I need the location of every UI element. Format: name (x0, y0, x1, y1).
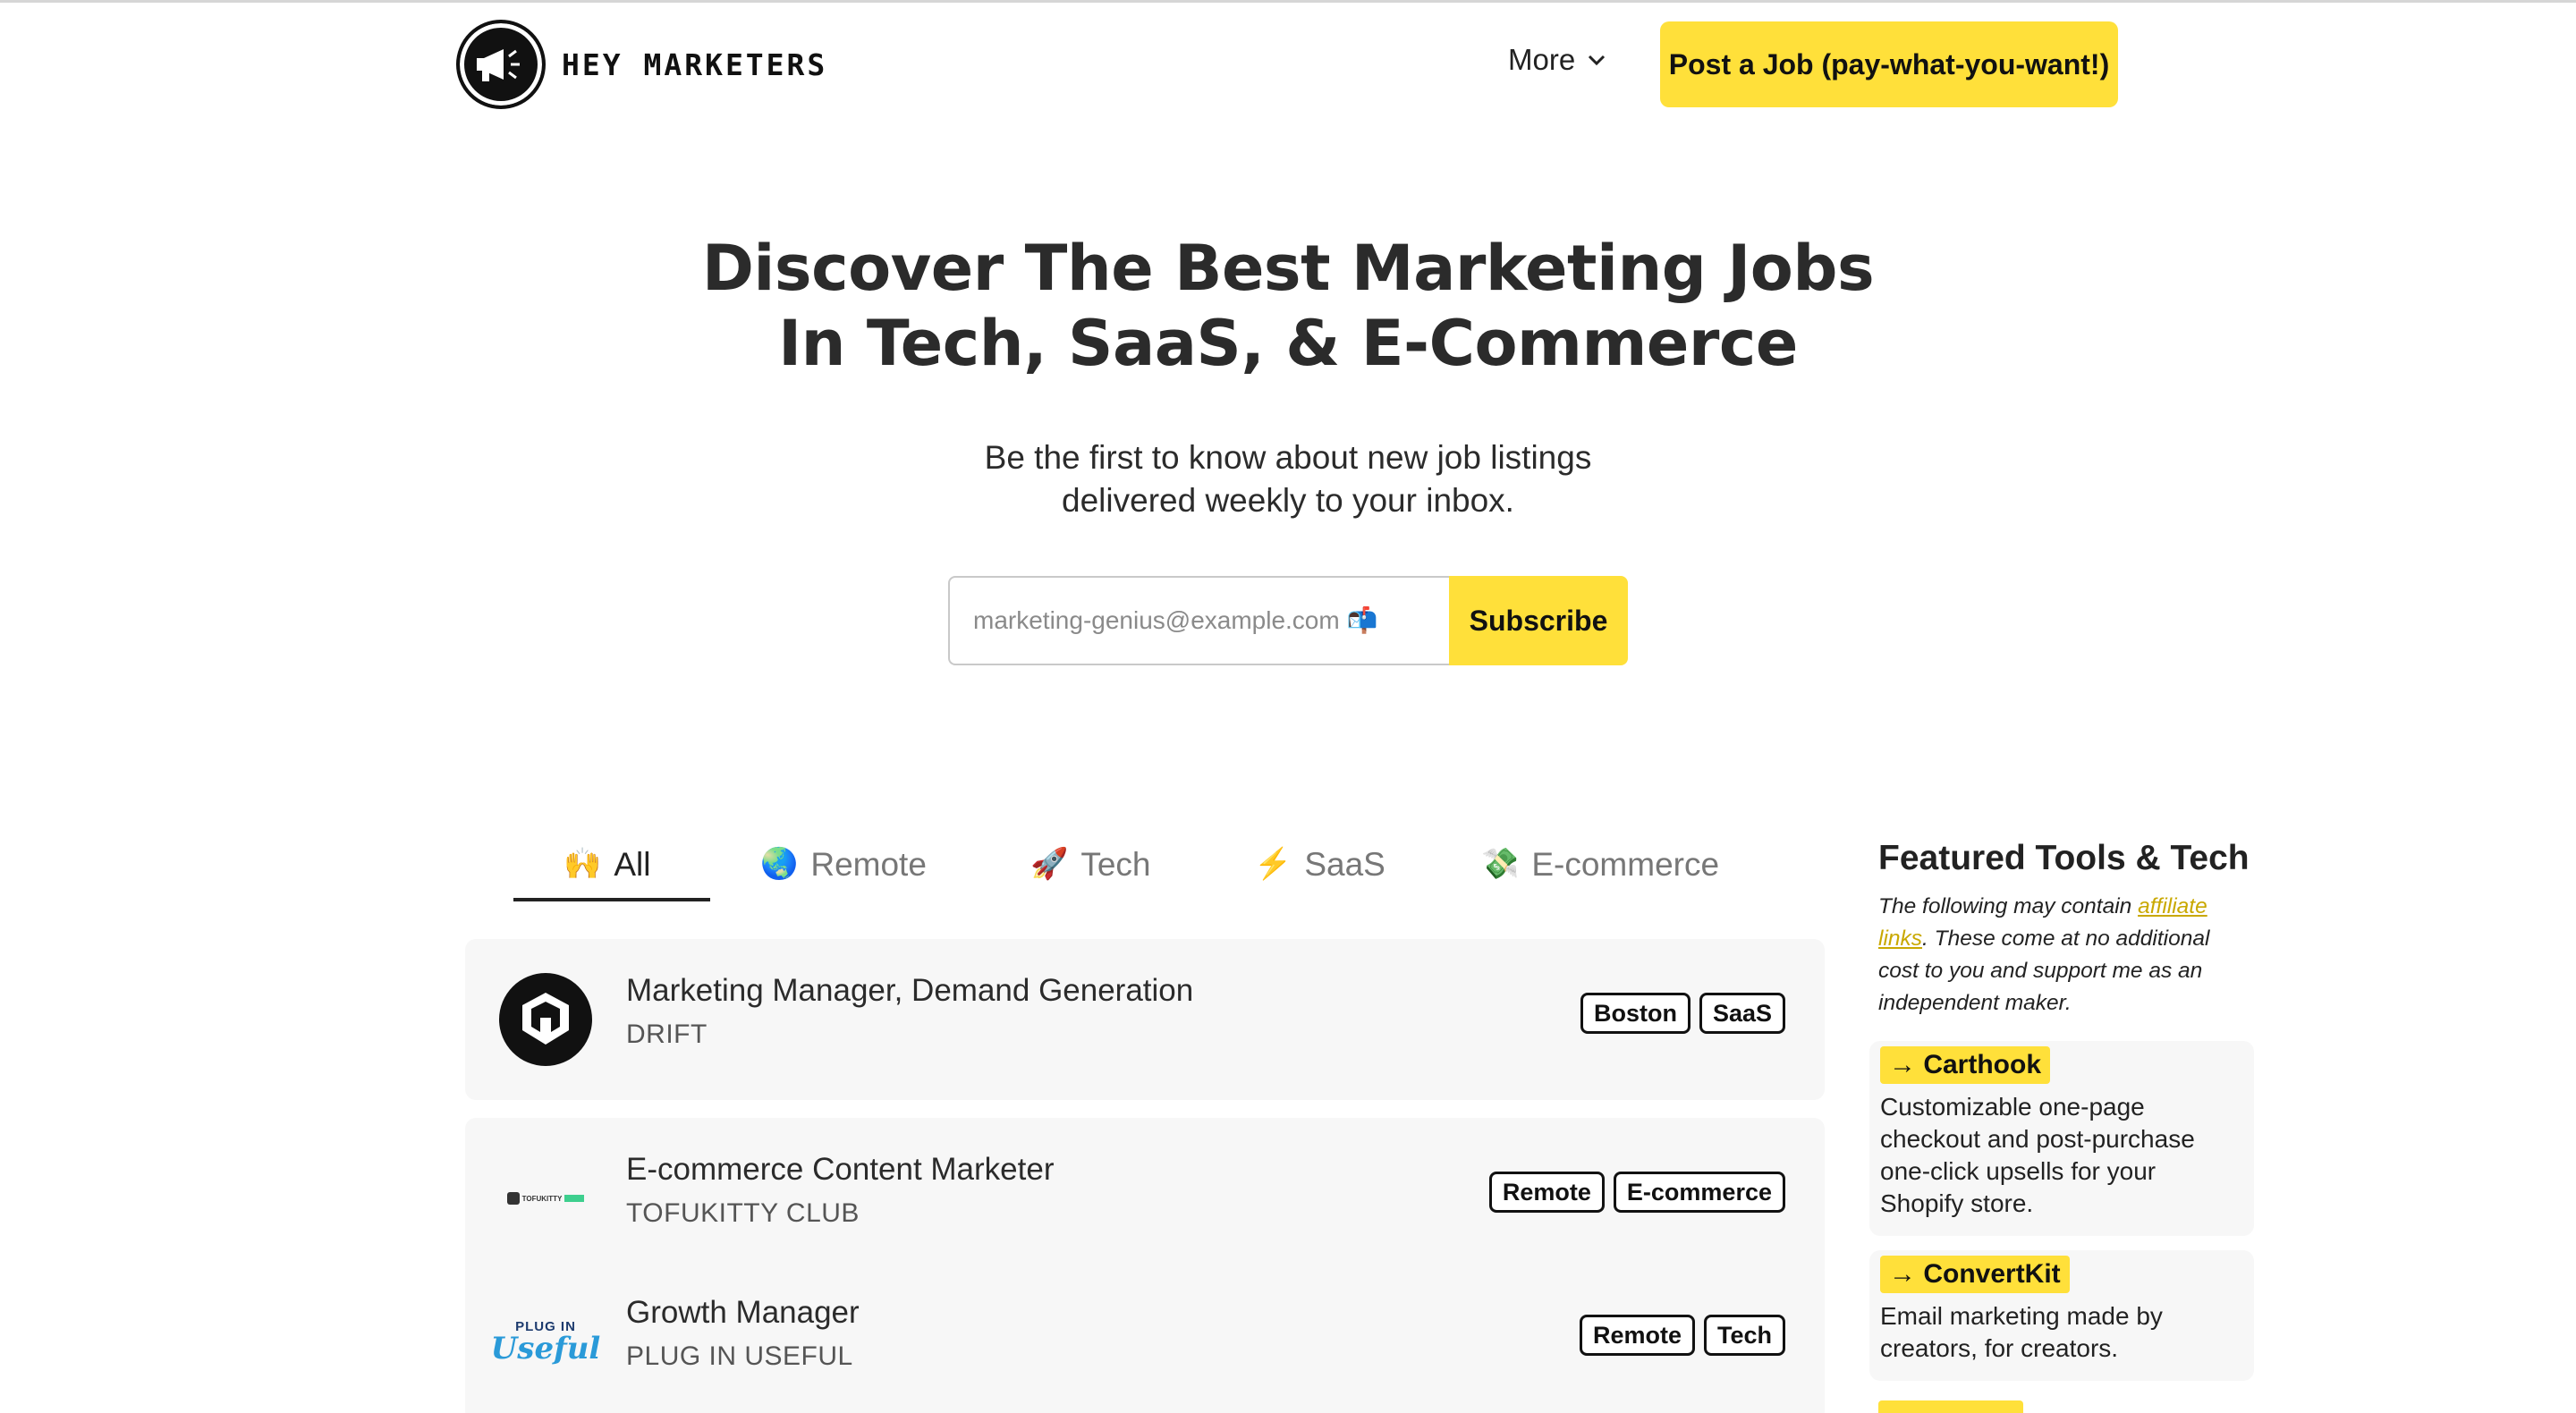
job-company: PLUG IN USEFUL (626, 1341, 853, 1371)
job-tag[interactable]: Boston (1580, 993, 1690, 1034)
hero-title: Discover The Best Marketing Jobs In Tech… (0, 231, 2576, 381)
tool-description: Customizable one-page checkout and post-… (1880, 1093, 2195, 1217)
tofukitty-logo-text: TOFUKITTY (521, 1194, 563, 1203)
chevron-down-icon (1589, 55, 1606, 66)
tab-saas-label: SaaS (1304, 846, 1385, 883)
raising-hands-icon: 🙌 (564, 847, 602, 881)
job-tag[interactable]: Remote (1488, 1172, 1605, 1213)
affiliate-note-text: The following may contain (1878, 894, 2139, 918)
tab-remote-label: Remote (810, 846, 927, 883)
active-tab-underline (513, 898, 710, 901)
job-tags: Remote E-commerce (1488, 1172, 1785, 1213)
tool-card-carthook[interactable]: → Carthook Customizable one-page checkou… (1869, 1041, 2254, 1236)
job-card[interactable]: PLUG IN Useful Growth Manager PLUG IN US… (465, 1261, 1825, 1413)
job-company: TOFUKITTY CLUB (626, 1198, 860, 1228)
tab-tech[interactable]: 🚀 Tech (1030, 832, 1151, 903)
tab-all-label: All (614, 846, 651, 883)
post-job-button[interactable]: Post a Job (pay-what-you-want!) (1660, 21, 2118, 107)
nav-more-label: More (1508, 43, 1576, 76)
tofukitty-logo: TOFUKITTY (499, 1152, 592, 1245)
tab-saas[interactable]: ⚡ SaaS (1254, 832, 1385, 903)
megaphone-icon (456, 20, 546, 109)
top-border (0, 0, 2576, 3)
hero-title-line-1: Discover The Best Marketing Jobs (701, 232, 1875, 305)
plug-in-useful-logo: PLUG IN Useful (491, 1295, 601, 1388)
job-tags: Remote Tech (1579, 1315, 1785, 1356)
subscribe-form: Subscribe (948, 576, 1628, 665)
job-title: Marketing Manager, Demand Generation (626, 973, 1194, 1008)
tab-remote[interactable]: 🌏 Remote (760, 832, 927, 903)
job-card[interactable]: TOFUKITTY E-commerce Content Marketer TO… (465, 1118, 1825, 1279)
featured-tools-sidebar: Featured Tools & Tech The following may … (1878, 839, 2254, 1020)
brand-name: HEY MARKETERS (562, 47, 828, 82)
tool-name-partial[interactable] (1878, 1400, 2023, 1413)
tab-all[interactable]: 🙌 All (564, 832, 650, 903)
sidebar-title: Featured Tools & Tech (1878, 839, 2250, 877)
nav-more-menu[interactable]: More (1508, 43, 1606, 77)
job-tag[interactable]: Tech (1703, 1315, 1785, 1356)
job-title: Growth Manager (626, 1295, 860, 1330)
drift-logo (499, 973, 592, 1066)
job-tag[interactable]: Remote (1579, 1315, 1695, 1356)
tool-card-convertkit[interactable]: → ConvertKit Email marketing made by cre… (1869, 1250, 2254, 1381)
rocket-icon: 🚀 (1030, 847, 1069, 881)
email-input[interactable] (948, 576, 1449, 665)
job-company: DRIFT (626, 1020, 708, 1049)
affiliate-note-text-end: . These come at no additional cost to yo… (1878, 926, 2210, 1015)
tab-ecommerce[interactable]: 💸 E-commerce (1481, 832, 1719, 903)
hero-subtitle-line-1: Be the first to know about new job listi… (984, 439, 1592, 476)
affiliate-note: The following may contain affiliate link… (1878, 891, 2254, 1020)
job-tag[interactable]: E-commerce (1613, 1172, 1785, 1213)
money-icon: 💸 (1481, 847, 1520, 881)
tool-name[interactable]: → Carthook (1880, 1046, 2051, 1084)
hero-subtitle: Be the first to know about new job listi… (0, 436, 2576, 522)
lightning-icon: ⚡ (1254, 847, 1292, 881)
plug-in-useful-logo-bottom: Useful (490, 1330, 601, 1366)
tab-tech-label: Tech (1080, 846, 1151, 883)
job-tags: Boston SaaS (1580, 993, 1785, 1034)
globe-icon: 🌏 (760, 847, 799, 881)
job-tag[interactable]: SaaS (1699, 993, 1785, 1034)
tool-description: Email marketing made by creators, for cr… (1880, 1302, 2163, 1362)
brand-logo[interactable]: HEY MARKETERS (456, 20, 827, 109)
category-tabs: 🙌 All 🌏 Remote 🚀 Tech ⚡ SaaS 💸 E-commerc… (513, 832, 1784, 903)
job-card[interactable]: Marketing Manager, Demand Generation DRI… (465, 939, 1825, 1100)
hero-subtitle-line-2: delivered weekly to your inbox. (1062, 482, 1514, 519)
tab-ecommerce-label: E-commerce (1531, 846, 1720, 883)
tool-name[interactable]: → ConvertKit (1880, 1256, 2070, 1293)
subscribe-button[interactable]: Subscribe (1449, 576, 1628, 665)
hero-title-line-2: In Tech, SaaS, & E-Commerce (778, 307, 1798, 380)
job-title: E-commerce Content Marketer (626, 1152, 1055, 1187)
